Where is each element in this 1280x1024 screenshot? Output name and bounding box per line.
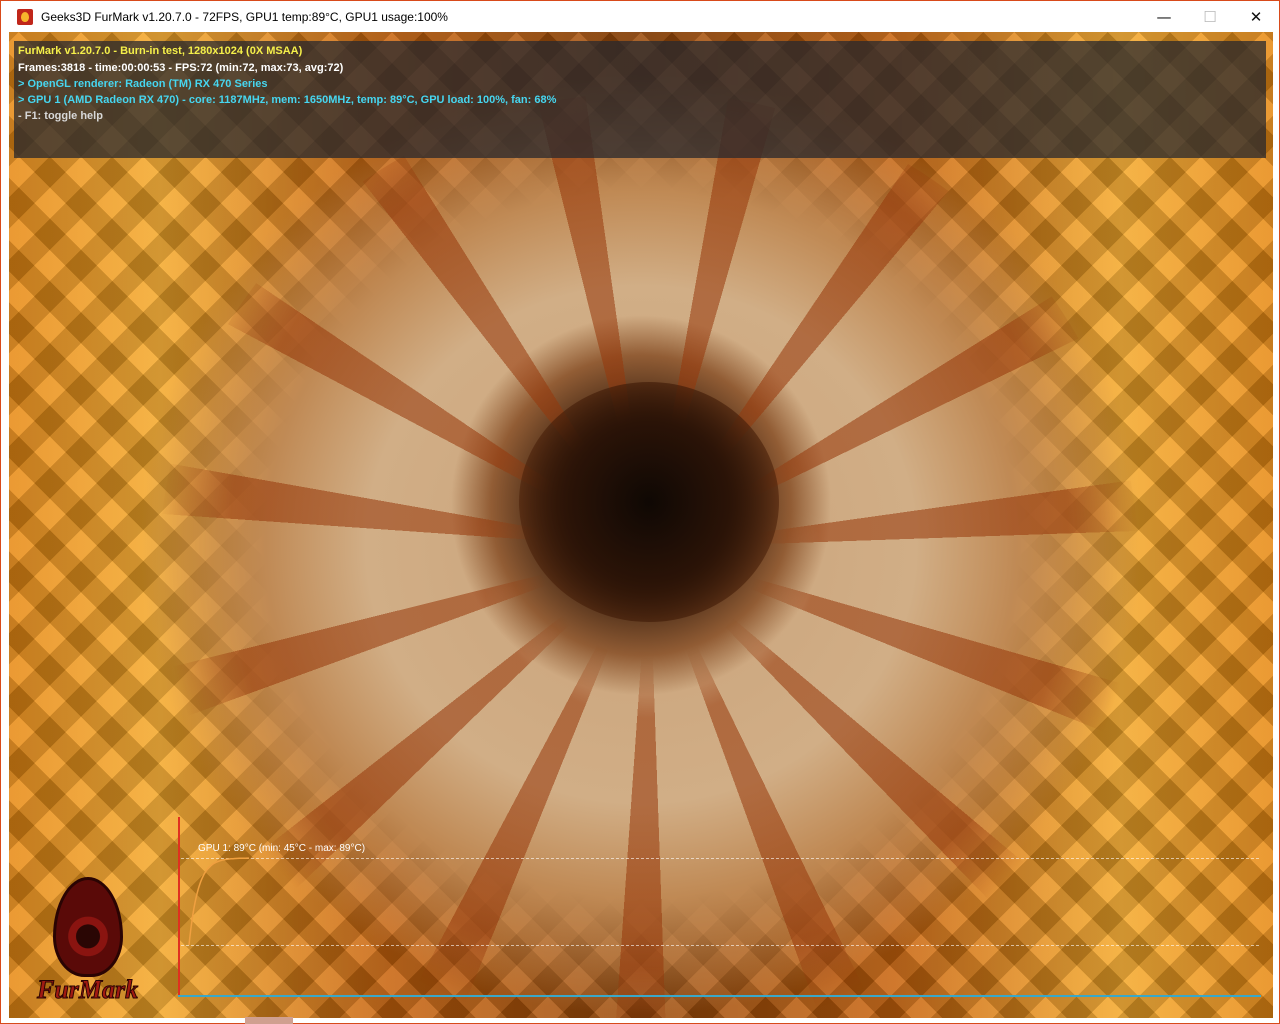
title-bar[interactable]: Geeks3D FurMark v1.20.7.0 - 72FPS, GPU1 … <box>1 1 1279 32</box>
overlay-gpu-info: > GPU 1 (AMD Radeon RX 470) - core: 1187… <box>18 94 557 106</box>
overlay-help-hint: - F1: toggle help <box>18 110 103 122</box>
info-overlay: FurMark v1.20.7.0 - Burn-in test, 1280x1… <box>14 41 1266 158</box>
window-controls: — ☐ ✕ <box>1141 1 1279 32</box>
temp-graph-max-line <box>181 858 1259 859</box>
furmark-flame-icon[interactable] <box>17 8 33 25</box>
close-button[interactable]: ✕ <box>1233 1 1279 32</box>
minimize-button[interactable]: — <box>1141 1 1187 32</box>
temp-graph-plot <box>188 857 249 946</box>
overlay-title: FurMark v1.20.7.0 - Burn-in test, 1280x1… <box>18 45 303 57</box>
temp-graph-x-axis <box>178 995 1261 997</box>
temp-curve <box>188 857 249 946</box>
overlay-renderer: > OpenGL renderer: Radeon (TM) RX 470 Se… <box>18 78 268 90</box>
maximize-button[interactable]: ☐ <box>1187 1 1233 32</box>
furmark-logo-icon: FurMark <box>31 877 181 1007</box>
render-viewport[interactable]: FurMark v1.20.7.0 - Burn-in test, 1280x1… <box>9 32 1273 1018</box>
temp-graph-min-line <box>181 945 1259 946</box>
overlay-frame-stats: Frames:3818 - time:00:00:53 - FPS:72 (mi… <box>18 62 344 74</box>
window-title: Geeks3D FurMark v1.20.7.0 - 72FPS, GPU1 … <box>41 9 448 24</box>
fur-donut-center <box>519 382 779 622</box>
logo-text: FurMark <box>36 975 139 1005</box>
taskbar-item[interactable] <box>245 1017 293 1024</box>
furmark-window: Geeks3D FurMark v1.20.7.0 - 72FPS, GPU1 … <box>0 0 1280 1024</box>
logo-flame <box>53 877 123 977</box>
